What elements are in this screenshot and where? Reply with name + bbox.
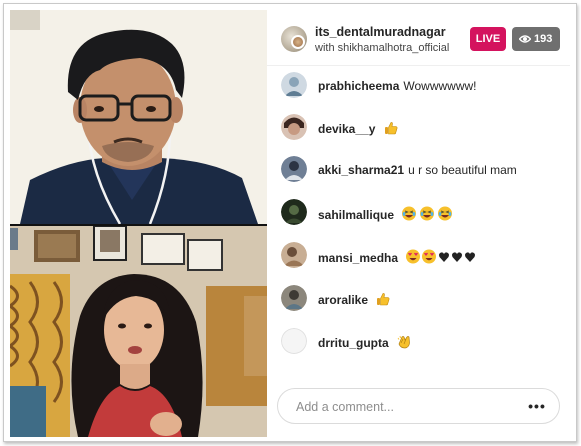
- comment-username[interactable]: devika__y: [318, 122, 375, 136]
- laughing-icon: [402, 206, 453, 221]
- woman-speaking-video: [10, 226, 267, 437]
- viewer-count-badge: 193: [512, 27, 560, 51]
- comment-item: devika__y: [281, 114, 566, 142]
- host-video-feed: [10, 10, 267, 224]
- guest-video-feed: [10, 226, 267, 437]
- user-avatar[interactable]: [281, 199, 307, 225]
- comment-username[interactable]: aroralike: [318, 293, 368, 307]
- user-avatar[interactable]: [281, 242, 307, 268]
- with-guest-text[interactable]: with shikhamalhotra_official: [315, 42, 449, 54]
- live-header: its_dentalmuradnagar with shikhamalhotra…: [267, 10, 570, 66]
- guest-mini-avatar: [291, 35, 305, 49]
- thumbs-up-icon: [377, 293, 390, 306]
- comment-item: sahilmallique: [281, 199, 566, 227]
- comment-username[interactable]: akki_sharma21: [318, 163, 404, 177]
- live-badge: LIVE: [470, 27, 506, 51]
- user-avatar[interactable]: [281, 114, 307, 140]
- eye-icon: [519, 35, 531, 43]
- comment-item: akki_sharma21 u r so beautiful mam: [281, 156, 566, 184]
- host-avatar[interactable]: [281, 26, 307, 52]
- thumbs-up-icon: [384, 122, 398, 135]
- clapping-hands-icon: [397, 335, 410, 349]
- user-avatar[interactable]: [281, 285, 307, 311]
- comment-text: Wowwwwww!: [403, 79, 477, 93]
- comment-username[interactable]: mansi_medha: [318, 251, 398, 265]
- man-with-glasses-video: [10, 10, 267, 224]
- comment-input[interactable]: [296, 398, 516, 416]
- comment-item: mansi_medha: [281, 242, 566, 270]
- live-video-pane: [10, 10, 267, 437]
- user-avatar[interactable]: [281, 328, 307, 354]
- comment-item: drritu_gupta: [281, 328, 566, 356]
- live-window: its_dentalmuradnagar with shikhamalhotra…: [0, 0, 581, 446]
- comment-item: prabhicheema Wowwwwww!: [281, 72, 566, 100]
- heart-eyes-icon: [406, 249, 476, 264]
- user-avatar[interactable]: [281, 156, 307, 182]
- live-chat-panel: its_dentalmuradnagar with shikhamalhotra…: [267, 10, 570, 437]
- user-avatar[interactable]: [281, 72, 307, 98]
- viewer-count: 193: [534, 33, 553, 45]
- more-options-button[interactable]: •••: [526, 397, 548, 415]
- host-username[interactable]: its_dentalmuradnagar: [315, 25, 446, 39]
- comment-item: aroralike: [281, 285, 566, 313]
- comment-username[interactable]: prabhicheema: [318, 79, 399, 93]
- comment-box: •••: [277, 388, 560, 424]
- comment-text: u r so beautiful mam: [408, 163, 517, 177]
- comment-username[interactable]: sahilmallique: [318, 208, 394, 222]
- comment-username[interactable]: drritu_gupta: [318, 336, 389, 350]
